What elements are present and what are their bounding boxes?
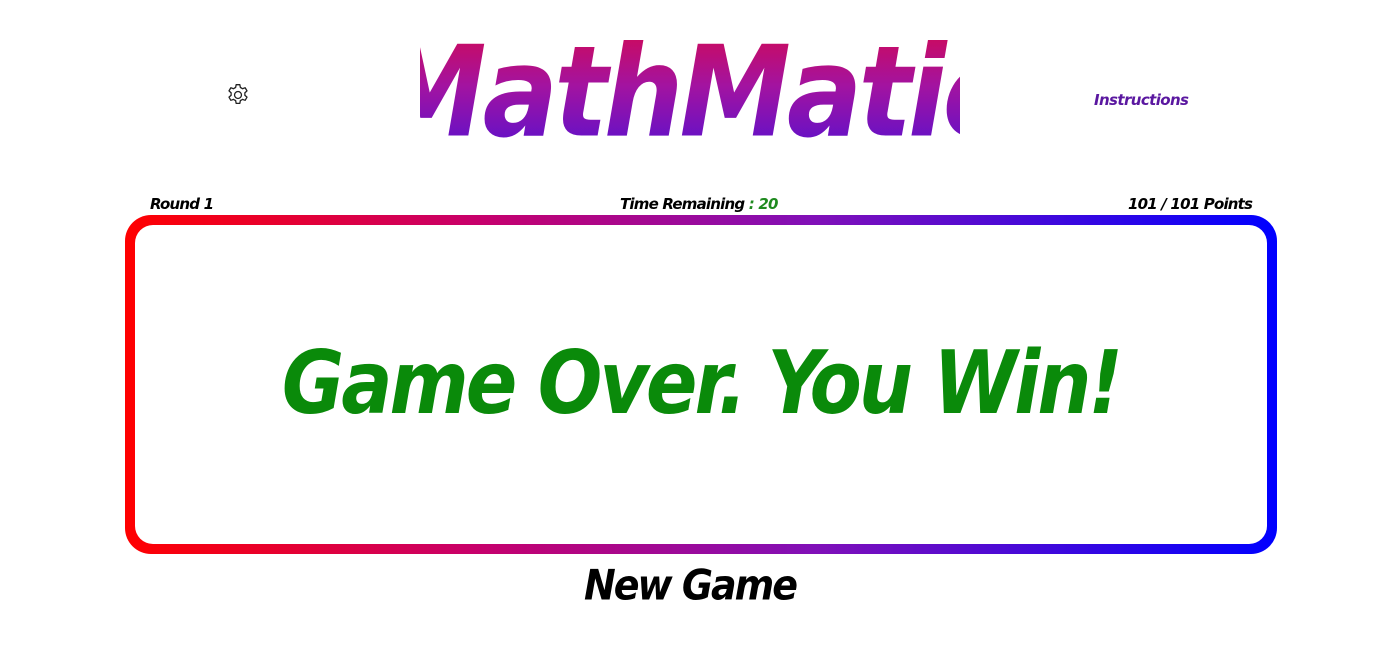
time-separator: : [744,195,759,213]
new-game-button[interactable]: New Game [560,558,820,613]
game-result-message: Game Over. You Win! [281,331,1123,434]
instructions-link[interactable]: Instructions [1094,91,1189,109]
round-indicator: Round 1 [150,195,214,213]
time-remaining-label: Time Remaining [620,195,745,213]
gear-icon [225,82,251,112]
game-board-inner: Game Over. You Win! [135,225,1267,544]
time-remaining: Time Remaining : 20 [620,195,778,213]
settings-button[interactable] [224,83,252,111]
points-indicator: 101 / 101 Points [1128,195,1253,213]
game-board: Game Over. You Win! [125,215,1277,554]
app-logo: MathMatic [375,18,1009,168]
time-remaining-value: 20 [758,195,778,213]
